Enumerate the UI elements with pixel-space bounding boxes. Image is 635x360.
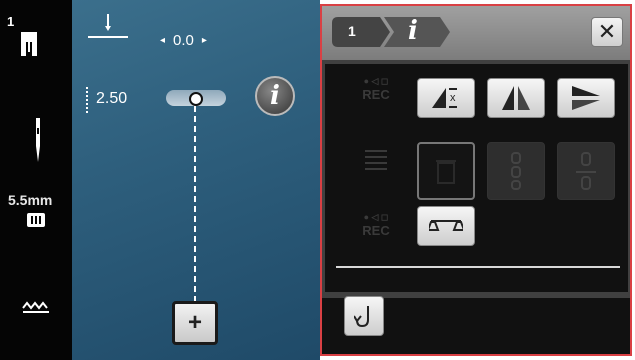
panel-separator: [336, 266, 620, 268]
stitch-slider-knob[interactable]: [189, 92, 203, 106]
needle-left-arrow[interactable]: ◂: [160, 35, 165, 46]
text-lines-icon: [365, 150, 387, 170]
presser-foot-number: 1: [7, 14, 15, 29]
needle-icon[interactable]: [33, 118, 43, 169]
needle-position-control: ◂ 0.0 ▸: [160, 32, 207, 49]
left-status-bar: 1 5.5mm: [0, 0, 72, 360]
delete-icon: [436, 160, 456, 184]
add-button[interactable]: +: [172, 301, 218, 345]
breadcrumb-label-2: i: [408, 16, 418, 46]
rec-label: REC: [362, 87, 390, 102]
mirror-horizontal-button[interactable]: [487, 78, 545, 118]
stitch-length-value[interactable]: 2.50: [96, 90, 127, 108]
balance-button[interactable]: [417, 206, 475, 246]
mirror-vertical-button[interactable]: [557, 78, 615, 118]
info-panel: 1 i ✕ ● ◁ ◻ REC ● ◁ ◻ REC x: [320, 4, 632, 356]
stitch-pattern-icon[interactable]: [22, 300, 50, 319]
rec-memory-2: [347, 144, 405, 200]
stitch-preview-area: ◂ 0.0 ▸ 2.50 i +: [72, 0, 320, 360]
return-arrow-icon: [354, 306, 369, 328]
mirror-vertical-icon: [572, 86, 600, 110]
info-button[interactable]: i: [255, 76, 295, 116]
stitch-width-label[interactable]: 5.5mm: [8, 192, 52, 208]
rec-sub-label: ● ◁ ◻: [363, 76, 389, 86]
repeat-button[interactable]: [487, 142, 545, 200]
stitch-plate-icon[interactable]: [27, 213, 45, 232]
rec-memory-1: ● ◁ ◻ REC: [347, 76, 405, 132]
long-stitch-icon: [576, 152, 596, 190]
svg-text:x: x: [450, 92, 456, 104]
pattern-end-button[interactable]: x: [417, 78, 475, 118]
mirror-horizontal-icon: [502, 86, 530, 110]
balance-icon: [429, 220, 463, 231]
pattern-end-icon: x: [432, 88, 457, 108]
back-button[interactable]: [344, 296, 384, 336]
stitch-preview-line: [194, 106, 196, 302]
breadcrumb-step-1[interactable]: [332, 17, 390, 47]
panel-header: 1 i ✕: [322, 6, 630, 60]
delete-button[interactable]: [417, 142, 475, 200]
sewing-machine-screen: 1 5.5mm ◂ 0.0 ▸ 2.50 i + 1 i ✕ ● ◁ ◻ REC…: [0, 0, 635, 360]
needle-position-value: 0.0: [173, 32, 194, 49]
long-stitch-button[interactable]: [557, 142, 615, 200]
needle-right-arrow[interactable]: ▸: [202, 35, 207, 46]
panel-body: ● ◁ ◻ REC ● ◁ ◻ REC x: [325, 64, 628, 292]
close-button[interactable]: ✕: [591, 17, 623, 47]
stitch-length-icon: [86, 87, 90, 113]
breadcrumb-label-1: 1: [348, 23, 356, 39]
rec-sub-label-2: ● ◁ ◻: [363, 212, 389, 222]
repeat-icon: [511, 152, 521, 190]
rec-label-2: REC: [362, 223, 390, 238]
rec-memory-3: ● ◁ ◻ REC: [347, 212, 405, 268]
needle-position-icon[interactable]: [88, 12, 128, 47]
presser-foot-icon[interactable]: [18, 30, 40, 65]
